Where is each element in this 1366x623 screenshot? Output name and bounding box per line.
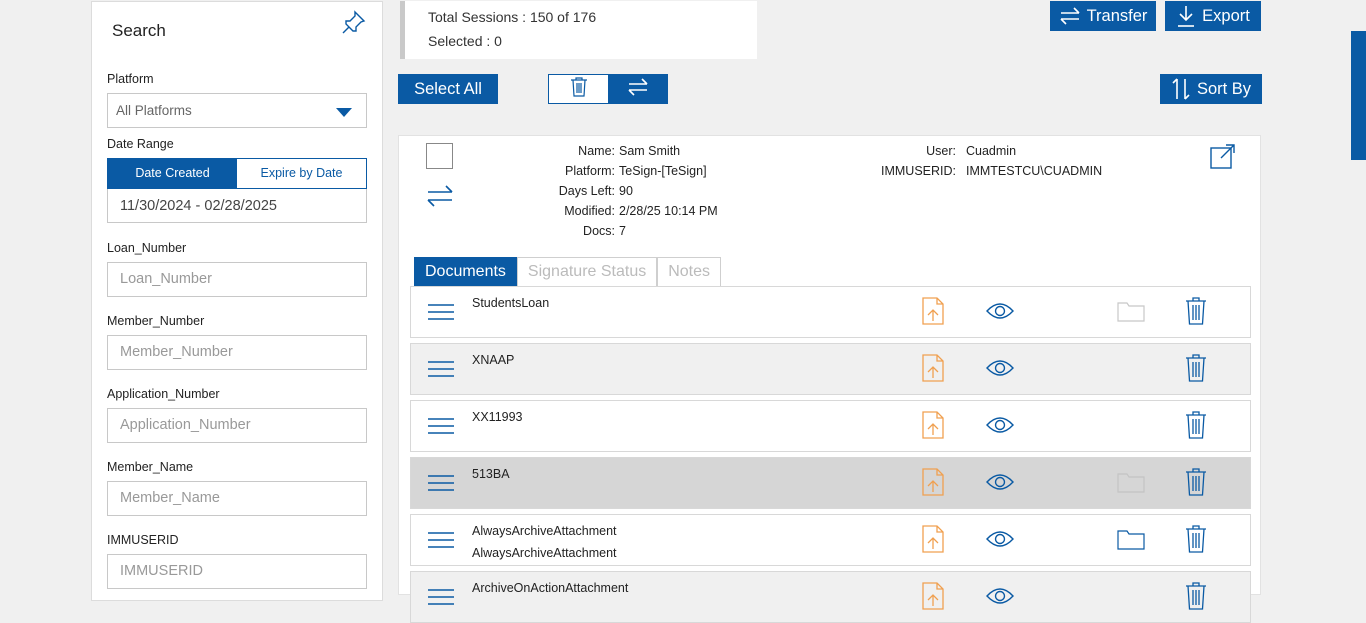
document-row[interactable]: AlwaysArchiveAttachment AlwaysArchiveAtta… (410, 514, 1251, 566)
sort-by-label: Sort By (1196, 79, 1252, 98)
modified-key: Modified: (564, 204, 615, 218)
loan-number-input[interactable]: Loan_Number (107, 262, 367, 297)
eye-icon[interactable] (986, 359, 1014, 382)
folder-icon[interactable] (1117, 528, 1145, 555)
immuserid-input[interactable]: IMMUSERID (107, 554, 367, 589)
eye-icon[interactable] (986, 473, 1014, 496)
session-modified: 2/28/25 10:14 PM (619, 204, 718, 218)
sort-by-button[interactable]: Sort By (1160, 74, 1262, 104)
eye-icon[interactable] (986, 530, 1014, 553)
document-row[interactable]: XX11993 (410, 400, 1251, 452)
tab-signature-status[interactable]: Signature Status (516, 257, 658, 287)
delete-document-icon[interactable] (1185, 354, 1207, 387)
date-mode-toggle: Date Created Expire by Date (107, 158, 367, 189)
session-immuserid: IMMTESTCU\CUADMIN (966, 164, 1103, 178)
folder-icon[interactable] (1117, 300, 1145, 327)
drag-handle-icon[interactable] (428, 418, 454, 434)
total-sessions-text: Total Sessions : 150 of 176 (428, 9, 597, 25)
scrollbar-thumb[interactable] (1351, 31, 1366, 160)
delete-document-icon[interactable] (1185, 525, 1207, 558)
date-created-button[interactable]: Date Created (108, 159, 237, 188)
transfer-label: Transfer (1086, 6, 1148, 25)
eye-icon[interactable] (986, 416, 1014, 439)
docs-key: Docs: (583, 224, 615, 238)
document-name: XNAAP (472, 353, 515, 367)
date-range-label: Date Range (107, 137, 174, 151)
user-info-keys: User: IMMUSERID: (399, 144, 956, 184)
document-row[interactable]: StudentsLoan (410, 286, 1251, 338)
tab-documents[interactable]: Documents (414, 257, 517, 287)
session-tabs: Documents Signature Status Notes (414, 257, 722, 287)
loan-number-label: Loan_Number (107, 241, 187, 255)
drag-handle-icon[interactable] (428, 304, 454, 320)
bulk-transfer-button[interactable] (608, 75, 667, 103)
tab-notes[interactable]: Notes (657, 257, 722, 287)
session-summary: Total Sessions : 150 of 176 Selected : 0 (400, 1, 757, 59)
eye-icon[interactable] (986, 587, 1014, 610)
member-number-label: Member_Number (107, 314, 205, 328)
sort-icon (1171, 77, 1191, 101)
member-number-input[interactable]: Member_Number (107, 335, 367, 370)
session-days-left: 90 (619, 184, 633, 198)
export-label: Export (1202, 6, 1250, 25)
folder-icon[interactable] (1117, 471, 1145, 498)
member-name-label: Member_Name (107, 460, 194, 474)
platform-label: Platform (107, 72, 154, 86)
select-all-button[interactable]: Select All (398, 74, 498, 104)
drag-handle-icon[interactable] (428, 589, 454, 605)
days-left-key: Days Left: (558, 184, 615, 198)
open-external-icon[interactable] (1209, 142, 1237, 175)
session-card: Name: Platform: Days Left: Modified: Doc… (398, 135, 1261, 623)
upload-document-icon[interactable] (922, 297, 944, 330)
drag-handle-icon[interactable] (428, 475, 454, 491)
user-key: User: (926, 144, 956, 158)
session-docs: 7 (619, 224, 626, 238)
platform-select-value: All Platforms (116, 103, 192, 118)
immuserid-key: IMMUSERID: (881, 164, 956, 178)
application-number-input[interactable]: Application_Number (107, 408, 367, 443)
upload-document-icon[interactable] (922, 525, 944, 558)
document-name: XX11993 (472, 410, 523, 424)
pin-icon[interactable] (342, 10, 366, 36)
delete-document-icon[interactable] (1185, 411, 1207, 444)
download-icon (1176, 5, 1196, 27)
upload-document-icon[interactable] (922, 411, 944, 444)
search-panel: Search Platform All Platforms Date Range… (91, 1, 383, 601)
delete-document-icon[interactable] (1185, 582, 1207, 615)
upload-document-icon[interactable] (922, 468, 944, 501)
transfer-icon (627, 77, 649, 101)
bulk-delete-button[interactable] (549, 75, 608, 103)
drag-handle-icon[interactable] (428, 361, 454, 377)
selected-count-text: Selected : 0 (428, 33, 502, 49)
application-number-label: Application_Number (107, 387, 220, 401)
trash-icon (570, 76, 588, 102)
document-row[interactable]: XNAAP (410, 343, 1251, 395)
document-name: ArchiveOnActionAttachment (472, 581, 629, 595)
delete-document-icon[interactable] (1185, 468, 1207, 501)
document-name: AlwaysArchiveAttachment (472, 524, 617, 538)
document-row[interactable]: ArchiveOnActionAttachment (410, 571, 1251, 623)
delete-document-icon[interactable] (1185, 297, 1207, 330)
eye-icon[interactable] (986, 302, 1014, 325)
drag-handle-icon[interactable] (428, 532, 454, 548)
user-info-values: Cuadmin IMMTESTCU\CUADMIN (966, 144, 1166, 184)
immuserid-label: IMMUSERID (107, 533, 179, 547)
upload-document-icon[interactable] (922, 354, 944, 387)
expire-by-date-button[interactable]: Expire by Date (237, 159, 366, 188)
document-name-secondary: AlwaysArchiveAttachment (472, 546, 617, 560)
member-name-input[interactable]: Member_Name (107, 481, 367, 516)
chevron-down-icon (336, 108, 352, 117)
document-name: 513BA (472, 467, 510, 481)
transfer-button[interactable]: Transfer (1050, 1, 1156, 31)
platform-select[interactable]: All Platforms (107, 93, 367, 128)
transfer-icon (1059, 7, 1081, 25)
session-user: Cuadmin (966, 144, 1017, 158)
export-button[interactable]: Export (1165, 1, 1261, 31)
document-row[interactable]: 513BA (410, 457, 1251, 509)
bulk-action-toggle (548, 74, 668, 104)
upload-document-icon[interactable] (922, 582, 944, 615)
search-title: Search (112, 21, 166, 40)
document-name: StudentsLoan (472, 296, 550, 310)
date-range-input[interactable]: 11/30/2024 - 02/28/2025 (107, 189, 367, 223)
